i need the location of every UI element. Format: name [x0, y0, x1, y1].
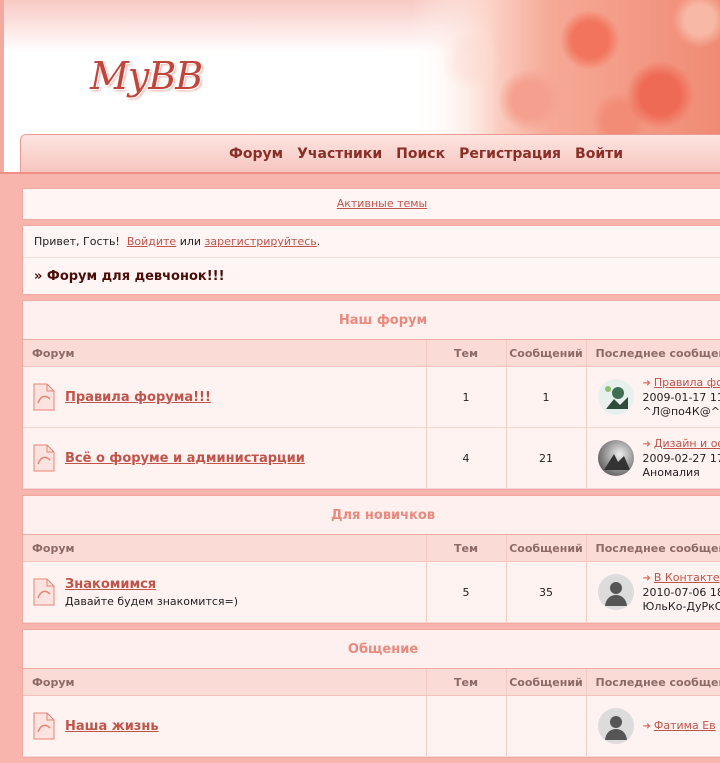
last-post-user[interactable]: Аномалия [643, 466, 720, 480]
col-forum: Форум [23, 340, 426, 367]
last-post-link[interactable]: Правила форума [654, 376, 720, 389]
topic-count: 5 [426, 562, 506, 623]
col-posts: Сообщений [506, 669, 586, 696]
default-avatar-icon[interactable] [598, 574, 634, 610]
default-avatar-icon[interactable] [598, 708, 634, 744]
forum-link[interactable]: Всё о форуме и администарции [65, 451, 305, 466]
post-count: 21 [506, 428, 586, 489]
arrow-right-icon: ➜ [643, 378, 651, 389]
navbar: Форум Участники Поиск Регистрация Войти [20, 134, 720, 173]
forum-table: Наш форум Форум Тем Сообщений Последнее … [23, 301, 720, 489]
forum-folder-icon [33, 383, 55, 411]
header-divider [0, 172, 720, 174]
col-last-post: Последнее сообщение [586, 669, 720, 696]
post-count: 35 [506, 562, 586, 623]
last-post-link[interactable]: Фатима Ев [654, 719, 716, 732]
forum-link[interactable]: Наша жизнь [65, 719, 159, 734]
col-last-post: Последнее сообщение [586, 535, 720, 562]
guest-greeting: Привет, Гость! Войдите или зарегистрируй… [23, 226, 720, 258]
col-topics: Тем [426, 340, 506, 367]
category-obshchenie: Общение Форум Тем Сообщений Последнее со… [22, 629, 720, 758]
forum-row: Всё о форуме и администарции 4 21 ➜Дизай… [23, 428, 720, 489]
nav-members[interactable]: Участники [297, 146, 382, 162]
arrow-right-icon: ➜ [643, 573, 651, 584]
forum-link[interactable]: Знакомимся [65, 577, 156, 592]
main-menu: Форум Участники Поиск Регистрация Войти [229, 146, 623, 162]
page-header: MyBB Форум Участники Поиск Регистрация В… [0, 0, 720, 174]
forum-table: Для новичков Форум Тем Сообщений Последн… [23, 496, 720, 623]
col-topics: Тем [426, 535, 506, 562]
forum-table: Общение Форум Тем Сообщений Последнее со… [23, 630, 720, 757]
last-post-date: 2009-02-27 17: [643, 452, 720, 466]
last-post-date: 2010-07-06 18: [643, 586, 720, 600]
mybb-logo[interactable]: MyBB [90, 54, 202, 98]
category-title[interactable]: Для новичков [23, 496, 720, 535]
or-text: или [180, 235, 201, 248]
last-post-link[interactable]: В Контакте [654, 571, 720, 584]
last-post-user[interactable]: ЮльКо-ДуРкО [643, 600, 720, 614]
header-left-border [0, 0, 4, 174]
nav-register[interactable]: Регистрация [459, 146, 561, 162]
forum-folder-icon [33, 712, 55, 740]
topic-count [426, 696, 506, 757]
active-topics-link[interactable]: Активные темы [337, 197, 428, 210]
arrow-right-icon: ➜ [643, 721, 651, 732]
forum-row: Знакомимся Давайте будем знакомится=) 5 … [23, 562, 720, 623]
last-post-user[interactable]: ^Л@по4К@^ [643, 405, 720, 419]
col-forum: Форум [23, 535, 426, 562]
arrow-right-icon: ➜ [643, 439, 651, 450]
post-count: 1 [506, 367, 586, 428]
last-post-link[interactable]: Дизайн и оформление [654, 437, 720, 450]
post-count [506, 696, 586, 757]
forum-row: Наша жизнь ➜Фатима Ев [23, 696, 720, 757]
col-posts: Сообщений [506, 535, 586, 562]
last-post-date: 2009-01-17 11: [643, 391, 720, 405]
welcome-box: Привет, Гость! Войдите или зарегистрируй… [22, 225, 720, 295]
nav-login[interactable]: Войти [575, 146, 623, 162]
nav-search[interactable]: Поиск [396, 146, 445, 162]
main-content: Активные темы Привет, Гость! Войдите или… [22, 188, 720, 763]
breadcrumb[interactable]: » Форум для девчонок!!! [23, 258, 720, 296]
col-posts: Сообщений [506, 340, 586, 367]
forum-description: Давайте будем знакомится=) [65, 595, 425, 608]
header-tulip-banner [410, 0, 720, 134]
user-avatar[interactable] [598, 440, 634, 476]
forum-folder-icon [33, 578, 55, 606]
category-title[interactable]: Общение [23, 630, 720, 669]
col-forum: Форум [23, 669, 426, 696]
col-topics: Тем [426, 669, 506, 696]
category-title[interactable]: Наш форум [23, 301, 720, 340]
forum-link[interactable]: Правила форума!!! [65, 390, 211, 405]
register-link[interactable]: зарегистрируйтесь [205, 235, 317, 248]
category-nash-forum: Наш форум Форум Тем Сообщений Последнее … [22, 300, 720, 490]
col-last-post: Последнее сообщение [586, 340, 720, 367]
category-newbies: Для новичков Форум Тем Сообщений Последн… [22, 495, 720, 624]
topic-count: 4 [426, 428, 506, 489]
topic-count: 1 [426, 367, 506, 428]
greeting-end: . [317, 235, 321, 248]
user-avatar[interactable] [598, 379, 634, 415]
active-topics-box: Активные темы [22, 188, 720, 220]
forum-row: Правила форума!!! 1 1 ➜Правила форума 20… [23, 367, 720, 428]
forum-folder-icon [33, 444, 55, 472]
greeting-text: Привет, Гость! [34, 235, 120, 248]
login-link[interactable]: Войдите [127, 235, 176, 248]
nav-forum[interactable]: Форум [229, 146, 283, 162]
